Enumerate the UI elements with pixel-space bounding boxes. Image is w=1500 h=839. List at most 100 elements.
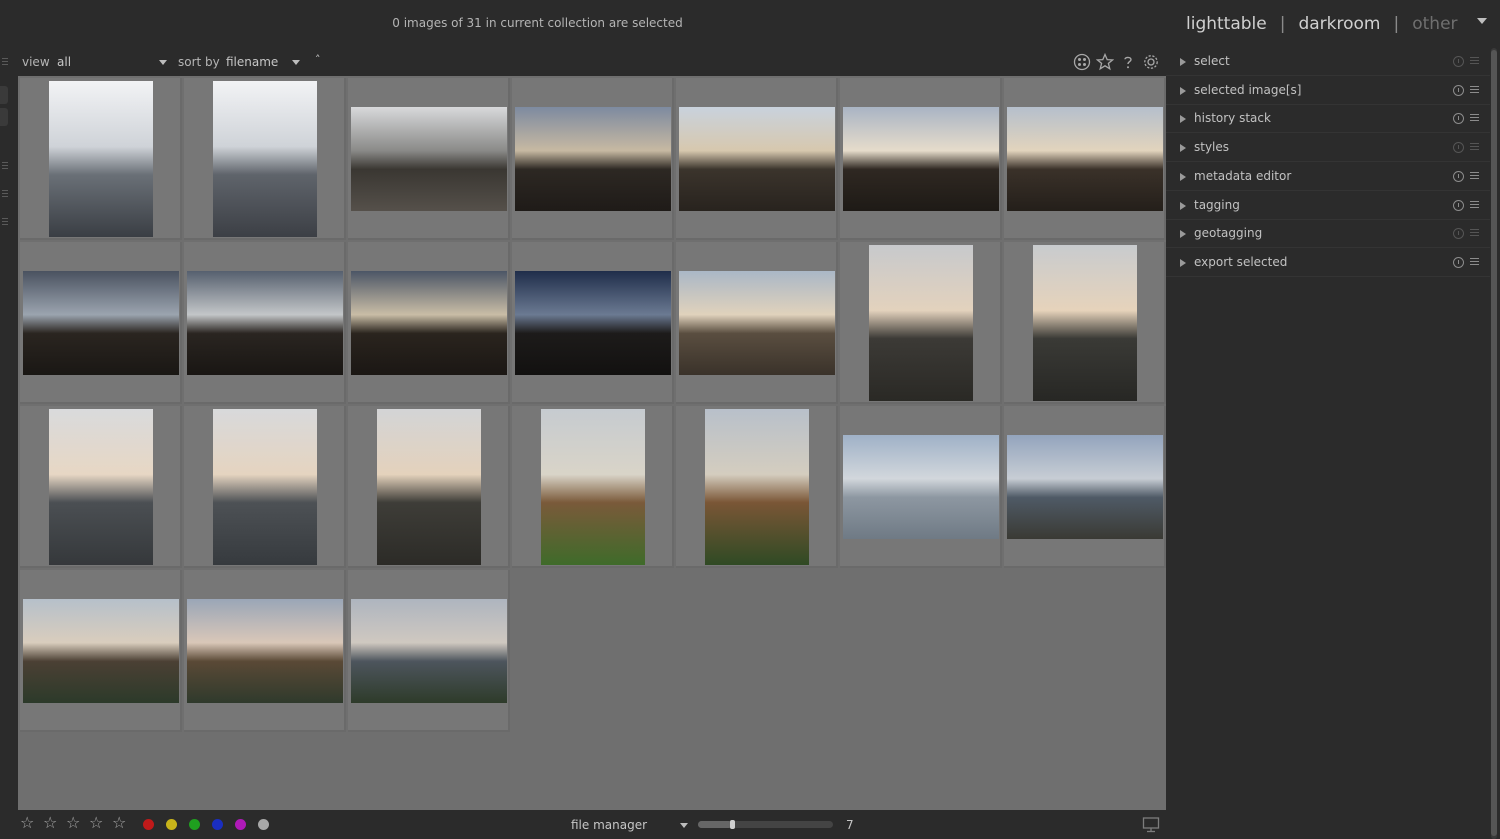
image-thumbnail[interactable]	[679, 107, 835, 211]
thumbnail-cell[interactable]	[840, 242, 1002, 404]
reset-icon[interactable]	[1453, 142, 1464, 154]
view-darkroom[interactable]: darkroom	[1298, 14, 1380, 34]
image-thumbnail[interactable]	[843, 435, 999, 539]
image-thumbnail[interactable]	[213, 81, 317, 237]
grouping-icon[interactable]	[1072, 52, 1092, 72]
image-thumbnail[interactable]	[1007, 435, 1163, 539]
image-thumbnail[interactable]	[705, 409, 809, 565]
image-thumbnail[interactable]	[869, 245, 973, 401]
thumbnail-cell[interactable]	[348, 406, 510, 568]
color-label-dot[interactable]	[166, 819, 177, 830]
chevron-down-icon[interactable]	[680, 823, 688, 828]
sort-by-select[interactable]: filename	[226, 55, 278, 69]
thumbnail-cell[interactable]	[20, 406, 182, 568]
reset-icon[interactable]	[1453, 170, 1464, 182]
chevron-down-icon[interactable]	[292, 60, 300, 65]
expand-arrow-icon[interactable]	[1180, 201, 1186, 210]
zoom-slider[interactable]	[698, 820, 833, 829]
chevron-down-icon[interactable]	[159, 60, 167, 65]
thumbnail-cell[interactable]	[676, 242, 838, 404]
thumbnail-cell[interactable]	[512, 406, 674, 568]
expand-arrow-icon[interactable]	[1180, 58, 1186, 66]
view-filter-select[interactable]: all	[57, 55, 71, 69]
star-overlay-icon[interactable]	[1095, 52, 1115, 72]
color-label-dot[interactable]	[189, 819, 200, 830]
right-panel-scrollbar[interactable]	[1491, 48, 1497, 839]
preferences-gear-icon[interactable]	[1141, 52, 1161, 72]
presets-menu-icon[interactable]	[1470, 200, 1479, 202]
reset-icon[interactable]	[1453, 228, 1464, 240]
image-thumbnail[interactable]	[351, 599, 507, 703]
image-thumbnail[interactable]	[515, 107, 671, 211]
module-geotagging[interactable]: geotagging	[1166, 220, 1490, 249]
reset-icon[interactable]	[1453, 199, 1464, 211]
panel-handle-icon[interactable]	[2, 58, 8, 59]
view-menu-dropdown-icon[interactable]	[1477, 18, 1487, 24]
help-icon[interactable]	[1118, 52, 1138, 72]
image-thumbnail[interactable]	[23, 599, 179, 703]
color-label-dot[interactable]	[235, 819, 246, 830]
color-label-dot[interactable]	[212, 819, 223, 830]
left-panel-toggle[interactable]	[0, 108, 8, 126]
thumbnail-cell[interactable]	[20, 570, 182, 732]
image-thumbnail[interactable]	[23, 271, 179, 375]
presets-menu-icon[interactable]	[1470, 114, 1479, 116]
presets-menu-icon[interactable]	[1470, 85, 1479, 87]
expand-arrow-icon[interactable]	[1180, 172, 1186, 181]
expand-arrow-icon[interactable]	[1180, 86, 1186, 95]
module-export-selected[interactable]: export selected	[1166, 249, 1490, 277]
thumbnail-cell[interactable]	[184, 78, 346, 240]
expand-arrow-icon[interactable]	[1180, 115, 1186, 124]
thumbnail-cell[interactable]	[20, 242, 182, 404]
star-icon[interactable]: ☆	[89, 815, 103, 831]
image-thumbnail[interactable]	[187, 271, 343, 375]
zoom-value[interactable]: 7	[846, 818, 854, 832]
scrollbar-thumb[interactable]	[1491, 50, 1497, 836]
thumbnail-cell[interactable]	[1004, 78, 1166, 240]
reset-icon[interactable]	[1453, 56, 1464, 67]
image-thumbnail[interactable]	[351, 107, 507, 211]
thumbnail-cell[interactable]	[512, 78, 674, 240]
presets-menu-icon[interactable]	[1470, 57, 1479, 58]
thumbnail-cell[interactable]	[184, 570, 346, 732]
star-icon[interactable]: ☆	[112, 815, 126, 831]
image-thumbnail[interactable]	[213, 409, 317, 565]
thumbnail-cell[interactable]	[348, 242, 510, 404]
color-label-dot[interactable]	[258, 819, 269, 830]
image-thumbnail[interactable]	[1033, 245, 1137, 401]
presets-menu-icon[interactable]	[1470, 229, 1479, 231]
left-panel-toggle[interactable]	[0, 86, 8, 104]
module-selected-image-s[interactable]: selected image[s]	[1166, 77, 1490, 105]
module-metadata-editor[interactable]: metadata editor	[1166, 163, 1490, 191]
thumbnail-cell[interactable]	[676, 406, 838, 568]
sort-order-toggle[interactable]: ˄	[315, 53, 321, 66]
module-styles[interactable]: styles	[1166, 134, 1490, 163]
presets-menu-icon[interactable]	[1470, 143, 1479, 145]
image-thumbnail[interactable]	[377, 409, 481, 565]
module-history-stack[interactable]: history stack	[1166, 105, 1490, 134]
presets-menu-icon[interactable]	[1470, 257, 1479, 259]
image-thumbnail[interactable]	[515, 271, 671, 375]
reset-icon[interactable]	[1453, 113, 1464, 125]
view-other[interactable]: other	[1412, 14, 1457, 34]
thumbnail-cell[interactable]	[348, 570, 510, 732]
panel-handle-icon[interactable]	[2, 162, 8, 163]
thumbnail-cell[interactable]	[20, 78, 182, 240]
image-thumbnail[interactable]	[49, 81, 153, 237]
thumbnail-cell[interactable]	[840, 78, 1002, 240]
thumbnail-cell[interactable]	[676, 78, 838, 240]
image-thumbnail[interactable]	[187, 599, 343, 703]
thumbnail-cell[interactable]	[184, 406, 346, 568]
thumbnail-cell[interactable]	[512, 242, 674, 404]
view-lighttable[interactable]: lighttable	[1186, 14, 1267, 34]
expand-arrow-icon[interactable]	[1180, 144, 1186, 153]
thumbnail-cell[interactable]	[184, 242, 346, 404]
star-icon[interactable]: ☆	[66, 815, 80, 831]
thumbnail-cell[interactable]	[840, 406, 1002, 568]
image-thumbnail[interactable]	[351, 271, 507, 375]
star-icon[interactable]: ☆	[20, 815, 34, 831]
image-thumbnail[interactable]	[541, 409, 645, 565]
image-thumbnail[interactable]	[679, 271, 835, 375]
module-select[interactable]: select	[1166, 48, 1490, 76]
star-icon[interactable]: ☆	[43, 815, 57, 831]
